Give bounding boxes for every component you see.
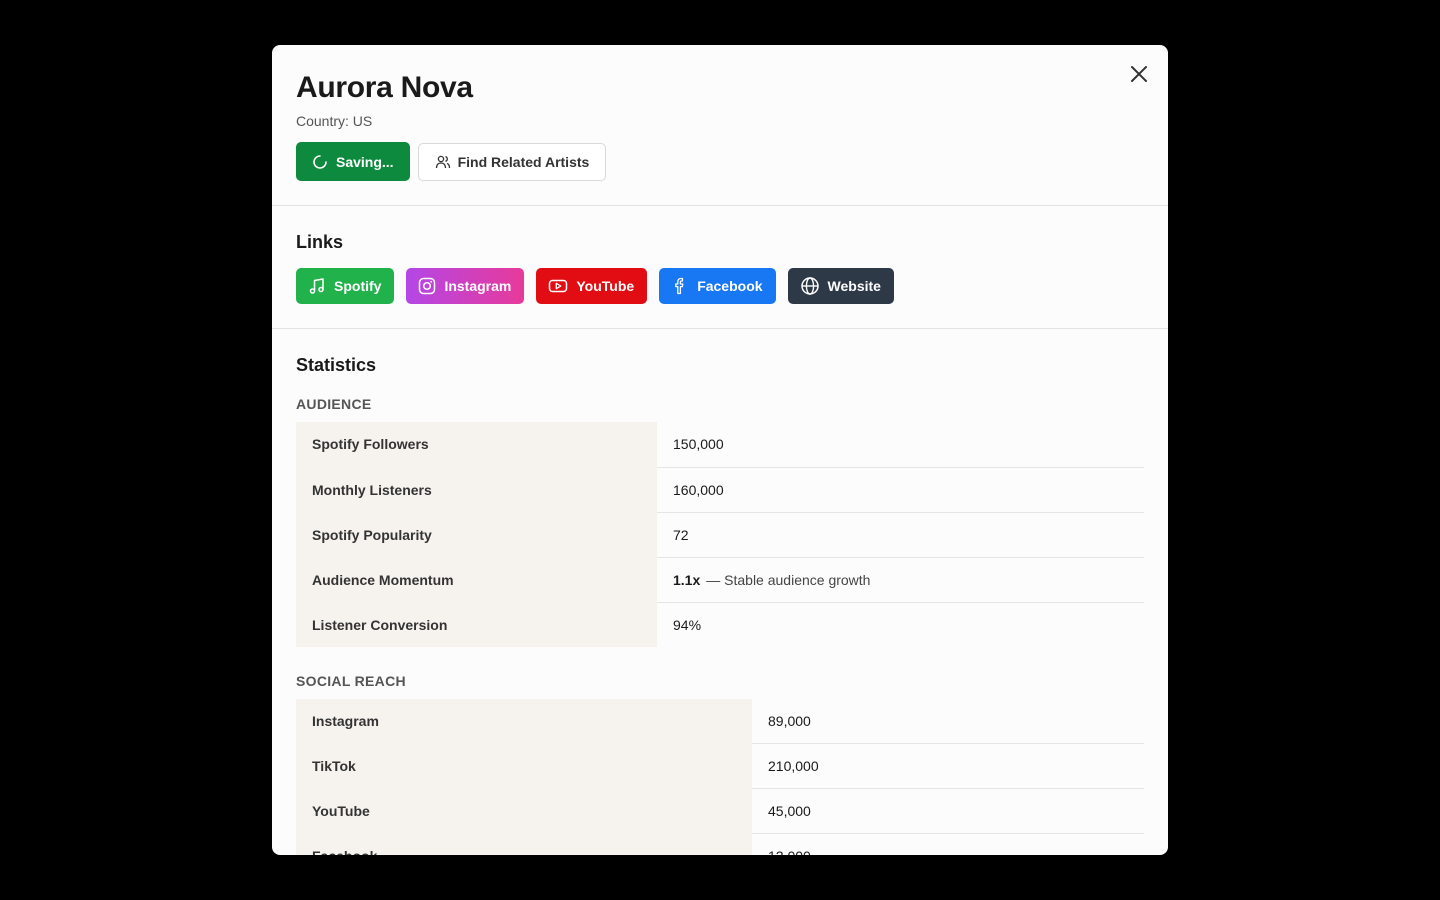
artist-name: Aurora Nova bbox=[296, 71, 473, 104]
table-row: Spotify Followers 150,000 bbox=[296, 422, 1144, 468]
stat-label: Listener Conversion bbox=[296, 602, 657, 647]
spotify-link-button[interactable]: Spotify bbox=[296, 268, 395, 304]
instagram-icon bbox=[419, 277, 436, 295]
momentum-value: 1.1x bbox=[673, 571, 701, 588]
music-note-icon bbox=[309, 278, 324, 294]
close-button[interactable] bbox=[1128, 63, 1150, 85]
stat-label: Audience Momentum bbox=[296, 557, 657, 602]
artist-actions: Saving... Find Related Artists bbox=[296, 142, 1144, 181]
instagram-link-label: Instagram bbox=[444, 278, 512, 294]
stat-label: Instagram bbox=[296, 698, 752, 744]
table-row: Facebook 12,000 bbox=[296, 833, 1144, 855]
stat-value-cell: 1.1x — Stable audience growth bbox=[657, 557, 1144, 603]
table-row: Listener Conversion 94% bbox=[296, 602, 1144, 647]
audience-table: Spotify Followers 150,000 Monthly Listen… bbox=[296, 422, 1144, 648]
table-row: YouTube 45,000 bbox=[296, 788, 1144, 834]
table-row: Spotify Popularity 72 bbox=[296, 512, 1144, 558]
stat-value: 45,000 bbox=[752, 788, 1144, 834]
stat-value: 150,000 bbox=[657, 422, 1144, 468]
audience-group-title: AUDIENCE bbox=[296, 396, 372, 412]
youtube-link-label: YouTube bbox=[576, 278, 635, 294]
save-button[interactable]: Saving... bbox=[296, 142, 410, 181]
social-reach-group-title: SOCIAL REACH bbox=[296, 672, 406, 689]
social-reach-table: Instagram 89,000 TikTok 210,000 YouTube … bbox=[296, 698, 1144, 855]
spinner-icon bbox=[313, 154, 327, 169]
facebook-link-button[interactable]: Facebook bbox=[659, 268, 776, 304]
close-icon bbox=[1131, 66, 1147, 82]
facebook-icon bbox=[675, 277, 684, 295]
stat-label: Monthly Listeners bbox=[296, 467, 657, 512]
statistics-title: Statistics bbox=[296, 355, 377, 375]
momentum-note: — Stable audience growth bbox=[706, 571, 871, 588]
links-section: Links Spotify Instagram YouTube Facebook… bbox=[272, 206, 1168, 329]
website-link-button[interactable]: Website bbox=[787, 268, 894, 304]
stat-label: Spotify Followers bbox=[296, 422, 657, 467]
globe-icon bbox=[800, 277, 819, 295]
links-title: Links bbox=[296, 232, 344, 252]
instagram-link-button[interactable]: Instagram bbox=[406, 268, 525, 304]
stat-value: 210,000 bbox=[752, 743, 1144, 789]
users-icon bbox=[435, 155, 450, 169]
table-row: TikTok 210,000 bbox=[296, 743, 1144, 789]
youtube-link-button[interactable]: YouTube bbox=[536, 268, 648, 304]
links-row: Spotify Instagram YouTube Facebook Websi… bbox=[296, 268, 1144, 304]
stat-label: Spotify Popularity bbox=[296, 512, 657, 557]
table-row: Audience Momentum 1.1x — Stable audience … bbox=[296, 557, 1144, 603]
stat-value: 72 bbox=[657, 512, 1144, 558]
facebook-link-label: Facebook bbox=[697, 278, 763, 294]
stat-label: Facebook bbox=[296, 833, 752, 855]
find-related-artists-button[interactable]: Find Related Artists bbox=[417, 143, 607, 181]
spotify-link-label: Spotify bbox=[334, 278, 382, 294]
youtube-icon bbox=[549, 279, 568, 293]
stat-value: 12,000 bbox=[752, 834, 1144, 855]
statistics-section: Statistics AUDIENCE Spotify Followers 15… bbox=[272, 329, 1168, 855]
table-row: Monthly Listeners 160,000 bbox=[296, 467, 1144, 513]
artist-header: Aurora Nova Country: US Saving... Find R… bbox=[272, 45, 1168, 206]
website-link-label: Website bbox=[827, 278, 881, 294]
save-button-label: Saving... bbox=[336, 153, 394, 170]
artist-modal: Aurora Nova Country: US Saving... Find R… bbox=[272, 45, 1168, 855]
stat-label: YouTube bbox=[296, 788, 752, 834]
stat-label: TikTok bbox=[296, 743, 752, 789]
artist-country: Country: US bbox=[296, 113, 373, 129]
stat-value: 94% bbox=[673, 616, 702, 633]
table-row: Instagram 89,000 bbox=[296, 698, 1144, 744]
stat-value: 160,000 bbox=[657, 467, 1144, 513]
stat-value: 89,000 bbox=[752, 698, 1144, 744]
find-related-artists-label: Find Related Artists bbox=[457, 154, 590, 170]
